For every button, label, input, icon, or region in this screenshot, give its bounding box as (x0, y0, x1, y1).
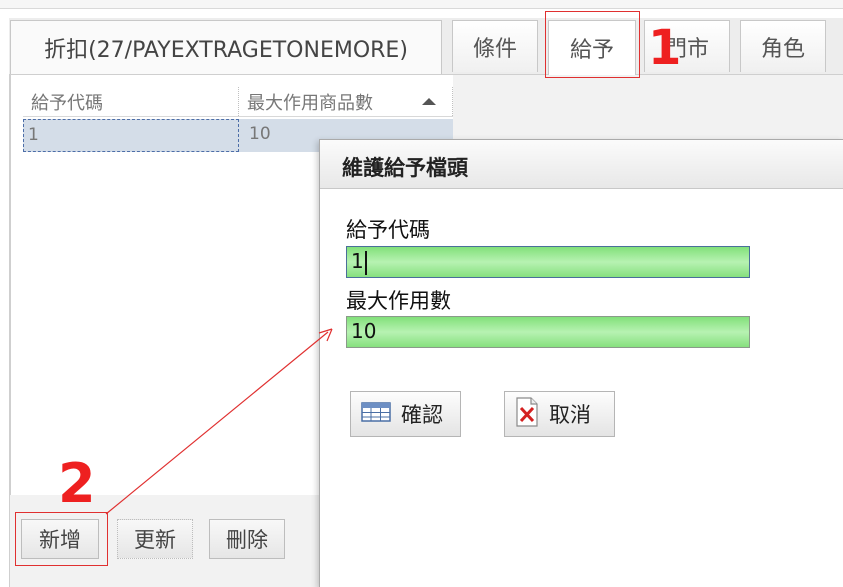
tab-give-label: 給予 (569, 38, 614, 63)
table-icon (361, 401, 391, 427)
column-header-max-items-label: 最大作用商品數 (247, 92, 373, 114)
add-button[interactable]: 新增 (21, 519, 99, 559)
confirm-button-label: 確認 (401, 403, 443, 427)
sort-ascending-icon (422, 98, 436, 105)
text-caret (364, 250, 367, 275)
tab-discount-label: 折扣(27/PAYEXTRAGETONEMORE) (44, 37, 408, 63)
max-effect-label: 最大作用數 (346, 289, 451, 313)
document-x-icon (515, 396, 539, 432)
step-marker-2: 2 (58, 452, 96, 515)
give-code-field[interactable]: 1 (346, 246, 750, 278)
column-header-give-code[interactable]: 給予代碼 (23, 87, 239, 116)
tab-role[interactable]: 角色 (740, 20, 826, 72)
dialog-title: 維護給予檔頭 (342, 156, 468, 180)
grid-header: 給予代碼 最大作用商品數 (23, 87, 453, 117)
cancel-button[interactable]: 取消 (504, 391, 615, 437)
step-marker-1: 1 (648, 20, 682, 76)
dialog-title-bar[interactable]: 維護給予檔頭 (320, 140, 843, 189)
page: 折扣(27/PAYEXTRAGETONEMORE) 條件 給予 門市 角色 1 … (0, 0, 843, 587)
column-header-max-items[interactable]: 最大作用商品數 (239, 87, 453, 116)
tab-role-label: 角色 (760, 36, 805, 62)
cancel-button-label: 取消 (549, 403, 591, 427)
tab-discount[interactable]: 折扣(27/PAYEXTRAGETONEMORE) (10, 20, 442, 74)
update-button[interactable]: 更新 (117, 519, 193, 559)
max-effect-field[interactable]: 10 (346, 316, 750, 348)
give-code-label: 給予代碼 (346, 218, 430, 242)
tab-condition[interactable]: 條件 (452, 20, 538, 72)
cell-give-code[interactable]: 1 (23, 119, 239, 152)
give-code-value: 1 (351, 249, 364, 273)
tab-give[interactable]: 給予 (548, 20, 636, 75)
max-effect-value: 10 (351, 319, 377, 343)
top-strip (0, 0, 843, 9)
tab-condition-label: 條件 (472, 36, 517, 62)
confirm-button[interactable]: 確認 (350, 391, 461, 437)
delete-button[interactable]: 刪除 (209, 519, 285, 559)
maintain-give-header-dialog: 維護給予檔頭 給予代碼 1 最大作用數 10 確認 取消 (319, 139, 843, 587)
column-header-give-code-label: 給予代碼 (31, 92, 103, 114)
